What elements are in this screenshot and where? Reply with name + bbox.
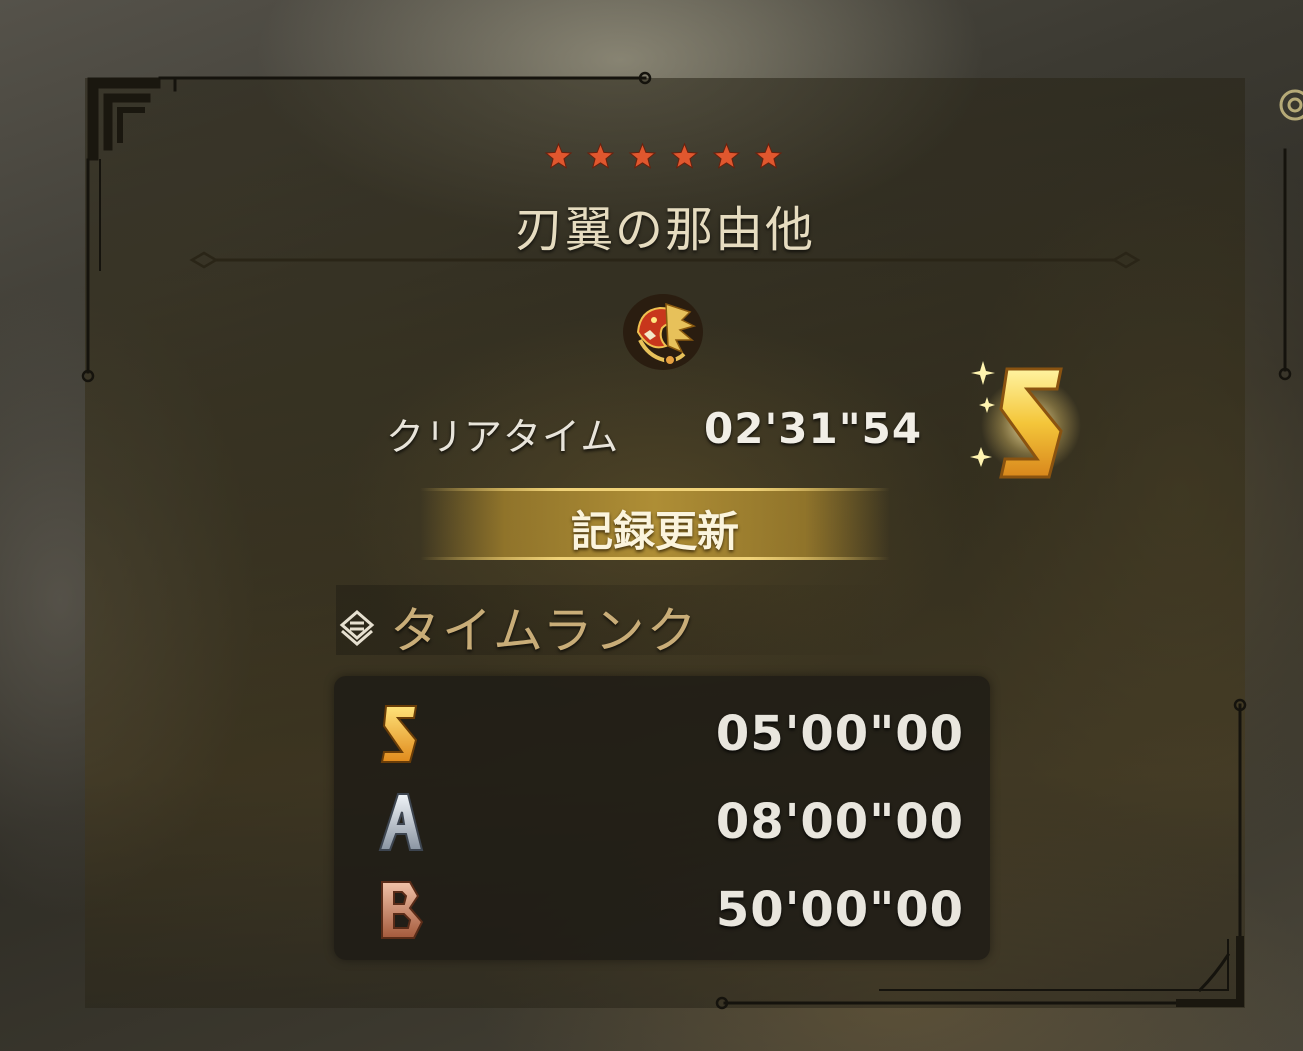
difficulty-stars bbox=[544, 142, 784, 176]
star-icon bbox=[754, 142, 783, 169]
rank-row-a: 08'00"00 bbox=[334, 780, 990, 860]
rank-s-time: 05'00"00 bbox=[715, 706, 964, 762]
new-record-banner: 記録更新 bbox=[420, 488, 890, 560]
rank-row-s: 05'00"00 bbox=[334, 692, 990, 772]
time-rank-table: 05'00"00 08'00"00 50'00"00 bbox=[334, 676, 990, 960]
star-icon bbox=[712, 142, 741, 169]
star-icon bbox=[586, 142, 615, 169]
star-icon bbox=[544, 142, 573, 169]
dragon-head-icon bbox=[623, 294, 703, 370]
time-rank-header: タイムランク bbox=[336, 585, 896, 660]
rank-b-time: 50'00"00 bbox=[715, 882, 964, 938]
rank-b-icon bbox=[381, 881, 424, 939]
diamond-chain-icon bbox=[339, 610, 375, 646]
rank-row-b: 50'00"00 bbox=[334, 868, 990, 948]
quest-title: 刃翼の那由他 bbox=[514, 202, 815, 258]
rank-s-badge-icon bbox=[970, 361, 1081, 479]
new-record-label: 記録更新 bbox=[570, 507, 739, 556]
rank-s-icon bbox=[380, 705, 418, 763]
star-icon bbox=[670, 142, 699, 169]
result-screen: 刃翼の那由他 クリアタイム 02'31"54 記録更新 タイムランク 05'00… bbox=[0, 0, 1303, 1051]
clear-time-label: クリアタイム bbox=[386, 415, 620, 459]
rank-a-icon bbox=[378, 793, 424, 851]
star-icon bbox=[628, 142, 657, 169]
rank-a-time: 08'00"00 bbox=[715, 794, 964, 850]
time-rank-title: タイムランク bbox=[390, 602, 699, 660]
clear-time-value: 02'31"54 bbox=[704, 404, 923, 453]
